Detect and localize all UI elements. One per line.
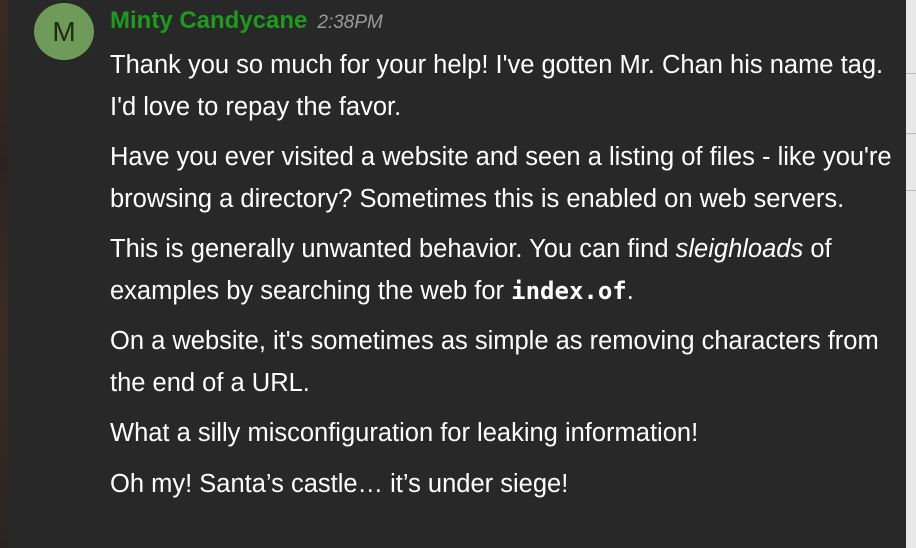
scrollbar-track[interactable]: [906, 0, 916, 548]
inline-code: index.of: [511, 276, 627, 305]
message-list: Thank you so much for your help! I've go…: [110, 45, 900, 514]
sender-name[interactable]: Minty Candycane: [110, 7, 307, 35]
message-text-segment: This is generally unwanted behavior. You…: [110, 235, 676, 263]
avatar-letter: M: [52, 15, 76, 47]
scroll-tick: [906, 73, 916, 74]
message-text: This is generally unwanted behavior. You…: [110, 229, 900, 312]
message-header: Minty Candycane 2:38PM: [110, 7, 383, 35]
message-text: On a website, it's sometimes as simple a…: [110, 327, 879, 397]
message-text: Oh my! Santa’s castle… it’s under siege!: [110, 469, 569, 498]
message-text: Have you ever visited a website and seen…: [110, 143, 892, 213]
avatar[interactable]: M: [34, 3, 94, 60]
message-timestamp: 2:38PM: [317, 12, 383, 33]
emphasis-text: sleighloads: [675, 235, 804, 263]
message-text-segment: .: [626, 276, 634, 305]
message-text: What a silly misconfiguration for leakin…: [110, 419, 699, 447]
chat-screen: M Minty Candycane 2:38PM Thank you so mu…: [0, 0, 916, 548]
scroll-tick: [906, 133, 916, 134]
chat-message-panel: M Minty Candycane 2:38PM Thank you so mu…: [8, 0, 906, 548]
message-text: Thank you so much for your help! I've go…: [110, 51, 884, 121]
background-edge: [0, 0, 8, 548]
scroll-tick: [906, 190, 916, 191]
